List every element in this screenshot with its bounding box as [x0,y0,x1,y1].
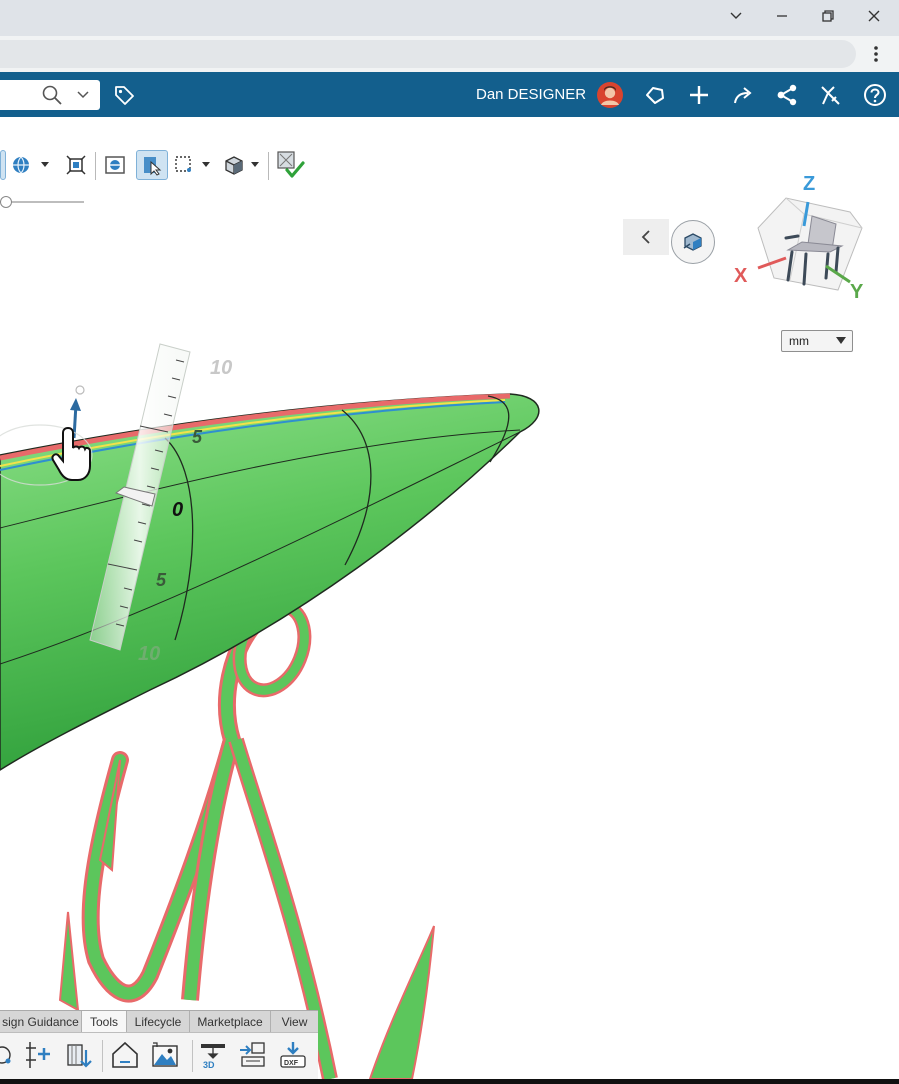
svg-text:3D: 3D [203,1060,215,1070]
chevron-down-icon[interactable] [77,90,89,100]
panel-separator [102,1040,103,1072]
restore-button[interactable] [805,0,851,32]
units-dropdown[interactable]: mm [781,330,853,352]
selection-filter-button[interactable] [136,150,168,180]
close-button[interactable] [851,0,897,32]
triad-z-label: Z [803,173,815,195]
home-part-tool-button[interactable] [108,1038,142,1072]
zoom-to-fit-button[interactable] [62,150,90,180]
browser-menu-icon[interactable] [862,40,890,68]
collapse-panel-button[interactable] [623,219,669,255]
user-name[interactable]: Dan DESIGNER [476,86,586,103]
tag-icon[interactable] [108,80,140,110]
ruler-label-bottom: 10 [138,643,160,665]
dropdown-arrow-icon [836,337,846,344]
apps-icon[interactable] [814,80,846,110]
section-view-button[interactable] [101,150,129,180]
accept-check-button[interactable] [273,150,307,180]
display-style-button[interactable] [10,150,54,180]
home-view-button[interactable] [671,220,715,264]
view-triad[interactable]: Z X Y [730,168,880,308]
tab-view[interactable]: View [271,1011,318,1033]
avatar[interactable] [594,80,626,110]
chevron-left-icon [641,230,650,244]
add-dimension-tool-button[interactable] [22,1038,56,1072]
panel-separator [192,1040,193,1072]
share-arrow-icon[interactable] [727,80,759,110]
ruler-label-zero: 0 [172,499,183,521]
add-icon[interactable] [683,80,715,110]
screen-bottom-edge [0,1079,899,1084]
tab-lifecycle[interactable]: Lifecycle [127,1011,190,1033]
dxf-export-tool-button[interactable]: DXF [276,1038,310,1072]
export-tool-button[interactable] [236,1038,270,1072]
ruler-label-lower: 5 [156,570,167,590]
search-input[interactable] [0,80,100,110]
import-component-tool-button[interactable] [62,1038,96,1072]
minimize-button[interactable] [759,0,805,32]
svg-text:DXF: DXF [284,1060,299,1067]
slider-thumb[interactable] [0,196,12,208]
transparency-slider[interactable] [0,196,84,208]
triad-x-label: X [734,265,748,287]
toolbar-separator [95,152,96,180]
render-image-tool-button[interactable] [148,1038,182,1072]
tab-marketplace[interactable]: Marketplace [190,1011,271,1033]
print-3d-tool-button[interactable]: 3D [196,1038,230,1072]
tab-tools[interactable]: Tools [82,1011,127,1033]
chevron-down-icon[interactable] [713,0,759,32]
network-share-icon[interactable] [771,80,803,110]
units-value: mm [789,334,809,348]
home-view-icon [683,233,702,251]
search-icon[interactable] [42,85,62,105]
ruler-label-top: 10 [210,357,232,379]
toolbar-cut-button[interactable] [0,150,6,180]
slider-track [0,201,84,203]
tab-design-guidance[interactable]: sign Guidance [0,1011,82,1033]
bottom-tab-bar: sign Guidance Tools Lifecycle Marketplac… [0,1010,318,1033]
view-orientation-button[interactable] [222,150,264,180]
notifications-icon[interactable] [639,80,671,110]
help-icon[interactable] [859,80,891,110]
tool-partial-button[interactable] [0,1038,14,1072]
ruler-label-upper: 5 [192,427,203,447]
address-field[interactable] [0,40,856,68]
triad-y-label: Y [850,281,864,303]
toolbar-separator [268,152,269,180]
box-select-button[interactable] [173,150,215,180]
